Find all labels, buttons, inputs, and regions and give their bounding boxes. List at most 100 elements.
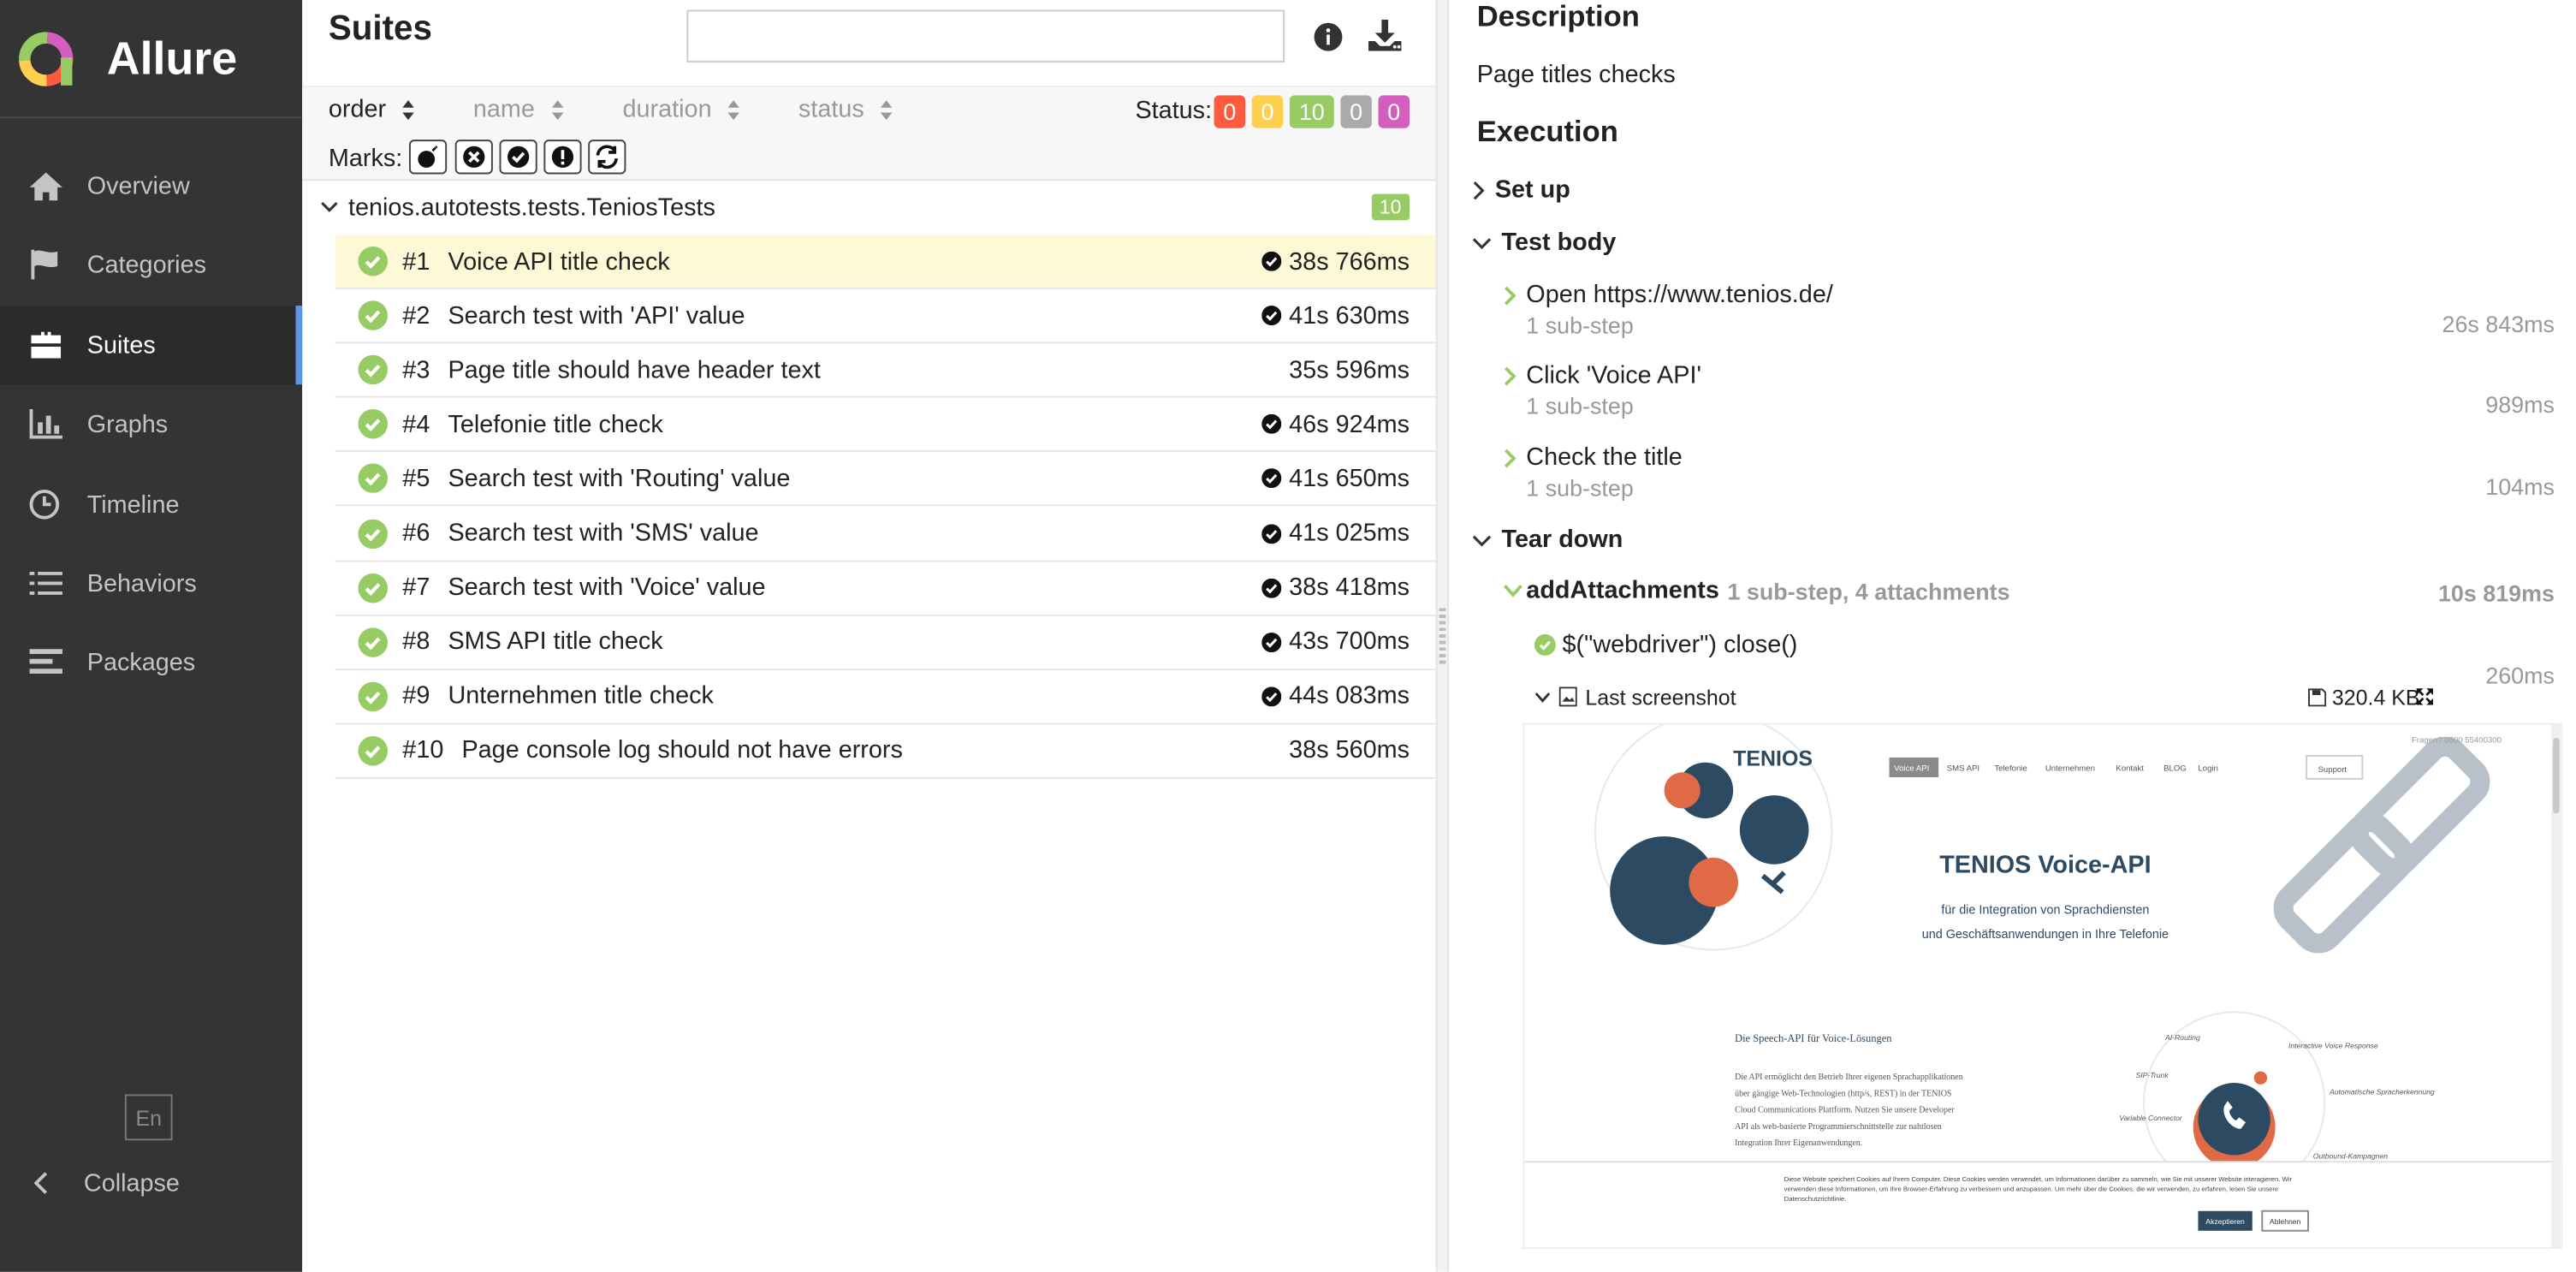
expand-icon[interactable] [2415,687,2435,706]
sidebar-item-categories[interactable]: Categories [0,232,302,298]
attachment-scrollbar[interactable] [2551,724,2561,1247]
suite-group-name: tenios.autotests.tests.TeniosTests [347,193,715,222]
test-case-name: SMS API title check [448,627,663,657]
step-webdriver-close[interactable]: $("webdriver") close() [1534,631,1797,659]
download-icon[interactable] [1367,18,1403,61]
check-mark-icon [1261,414,1281,435]
test-case-number: #10 [402,736,444,765]
test-case-name: Telefonie title check [448,410,663,439]
shot-decline: Ablehnen [2270,1217,2301,1226]
test-case-duration: 41s 025ms [1261,519,1410,548]
chevron-down-icon [1503,585,1522,597]
allure-logo-icon [19,31,74,86]
test-case-number: #6 [402,519,430,548]
shot-accept: Akzeptieren [2205,1217,2245,1226]
info-icon[interactable] [1313,21,1344,61]
sort-status[interactable]: status [798,95,893,123]
collapse-button[interactable]: Collapse [0,1150,302,1216]
test-case-row[interactable]: #10 Page console log should not have erro… [335,724,1436,779]
sort-name[interactable]: name [473,95,565,123]
test-case-row[interactable]: #2 Search test with 'API' value 41s 630ms [335,289,1436,344]
sidebar-item-label: Suites [86,330,156,360]
shot-logo: TENIOS [1733,747,1813,771]
search-input[interactable] [686,9,1285,62]
test-case-row[interactable]: #4 Telefonie title check 46s 924ms [335,398,1436,453]
test-case-duration-value: 38s 766ms [1289,247,1410,276]
step-check-title[interactable]: Check the title 1 sub-step 104ms [1503,443,2555,501]
test-case-duration-value: 41s 025ms [1289,519,1410,548]
test-case-name: Voice API title check [448,247,670,276]
sidebar-item-behaviors[interactable]: Behaviors [0,550,302,616]
shot-support: Support [2318,765,2347,775]
test-case-row[interactable]: #9 Unternehmen title check 44s 083ms [335,670,1436,725]
step-click-voice-api[interactable]: Click 'Voice API' 1 sub-step 989ms [1503,361,2555,419]
setup-section-toggle[interactable]: Set up [1472,175,1570,204]
shot-diagram-1: Interactive Voice Response [2288,1042,2378,1050]
shot-section-title: Die Speech-API für Voice-Lösungen [1735,1032,1892,1044]
shot-nav-4: Kontakt [2116,764,2144,773]
test-case-row[interactable]: #5 Search test with 'Routing' value 41s 65… [335,453,1436,507]
step-duration: 10s 819ms [2437,580,2555,607]
sidebar-item-suites[interactable]: Suites [0,306,303,385]
step-substeps: 1 sub-step [1526,392,1634,419]
status-badge-passed[interactable]: 10 [1289,95,1334,128]
screenshot-image: Fragen? 0800 55400300 TENIOS Voice API S… [1524,724,2561,1247]
test-case-row[interactable]: #7 Search test with 'Voice' value 38s 418m… [335,562,1436,616]
check-mark-icon [1261,468,1281,489]
test-case-row[interactable]: #1 Voice API title check 38s 766ms [335,235,1436,289]
mark-new-broken-button[interactable] [543,140,582,175]
mark-retries-button[interactable] [588,140,626,175]
passed-status-icon [358,300,389,331]
test-body-section-toggle[interactable]: Test body [1472,229,1616,256]
sidebar-item-packages[interactable]: Packages [0,629,302,695]
test-case-row[interactable]: #3 Page title should have header text 35s … [335,344,1436,398]
marks-label: Marks: [328,144,403,173]
pane-resize-handle[interactable] [1439,608,1446,668]
sidebar: Allure Overview Categories Suites Graphs… [0,0,303,1272]
mark-flaky-button[interactable] [408,140,448,175]
language-button[interactable]: En [124,1094,173,1141]
sort-duration[interactable]: duration [623,95,742,123]
test-case-duration: 43s 700ms [1261,628,1410,656]
test-case-duration: 41s 650ms [1261,465,1410,493]
status-badge-unknown[interactable]: 0 [1378,95,1410,128]
bar-chart-icon [29,408,62,439]
status-badge-broken[interactable]: 0 [1251,95,1284,128]
sidebar-item-label: Timeline [86,490,180,519]
status-badge-skipped[interactable]: 0 [1340,95,1372,128]
shot-diagram-4: Variable Connector [2119,1114,2183,1122]
sidebar-item-label: Categories [86,250,206,279]
sidebar-item-overview[interactable]: Overview [0,153,302,219]
test-case-name: Search test with 'API' value [448,301,745,330]
chevron-right-icon [1504,366,1517,385]
attachment-header[interactable]: Last screenshot 320.4 KB [1534,681,2556,713]
sidebar-item-label: Graphs [86,409,169,438]
status-badge-failed[interactable]: 0 [1214,95,1246,128]
sort-icon [551,99,563,120]
teardown-section-toggle[interactable]: Tear down [1472,526,1623,554]
shot-diagram-5: Outbound-Kampagnen [2313,1151,2388,1160]
passed-status-icon [358,409,389,440]
test-detail-pane: Description Page titles checks Execution… [1449,0,2576,1272]
suite-group-count: 10 [1371,193,1410,221]
mark-new-passed-button[interactable] [499,140,537,175]
test-case-row[interactable]: #8 SMS API title check 43s 700ms [335,615,1436,670]
step-name: Open https://www.tenios.de/ [1526,281,1833,309]
test-case-duration: 35s 596ms [1289,356,1410,384]
test-case-duration: 46s 924ms [1261,411,1410,438]
sidebar-item-timeline[interactable]: Timeline [0,472,302,538]
chevron-right-icon [1504,285,1517,305]
test-case-duration-value: 44s 083ms [1289,682,1410,710]
test-case-duration-value: 38s 418ms [1289,574,1410,602]
suite-group-row[interactable]: tenios.autotests.tests.TeniosTests 10 [302,184,1436,230]
test-case-row[interactable]: #6 Search test with 'SMS' value 41s 025ms [335,507,1436,562]
brand[interactable]: Allure [0,0,303,119]
attachment-screenshot: Fragen? 0800 55400300 TENIOS Voice API S… [1522,722,2563,1249]
step-add-attachments[interactable]: addAttachments 1 sub-step, 4 attachments… [1503,577,2555,607]
description-text: Page titles checks [1476,61,1676,89]
sidebar-item-graphs[interactable]: Graphs [0,391,302,457]
sort-order[interactable]: order [329,95,416,123]
mark-new-failed-button[interactable] [454,140,493,175]
check-mark-icon [1261,632,1281,652]
step-open-url[interactable]: Open https://www.tenios.de/ 1 sub-step 2… [1503,281,2555,338]
